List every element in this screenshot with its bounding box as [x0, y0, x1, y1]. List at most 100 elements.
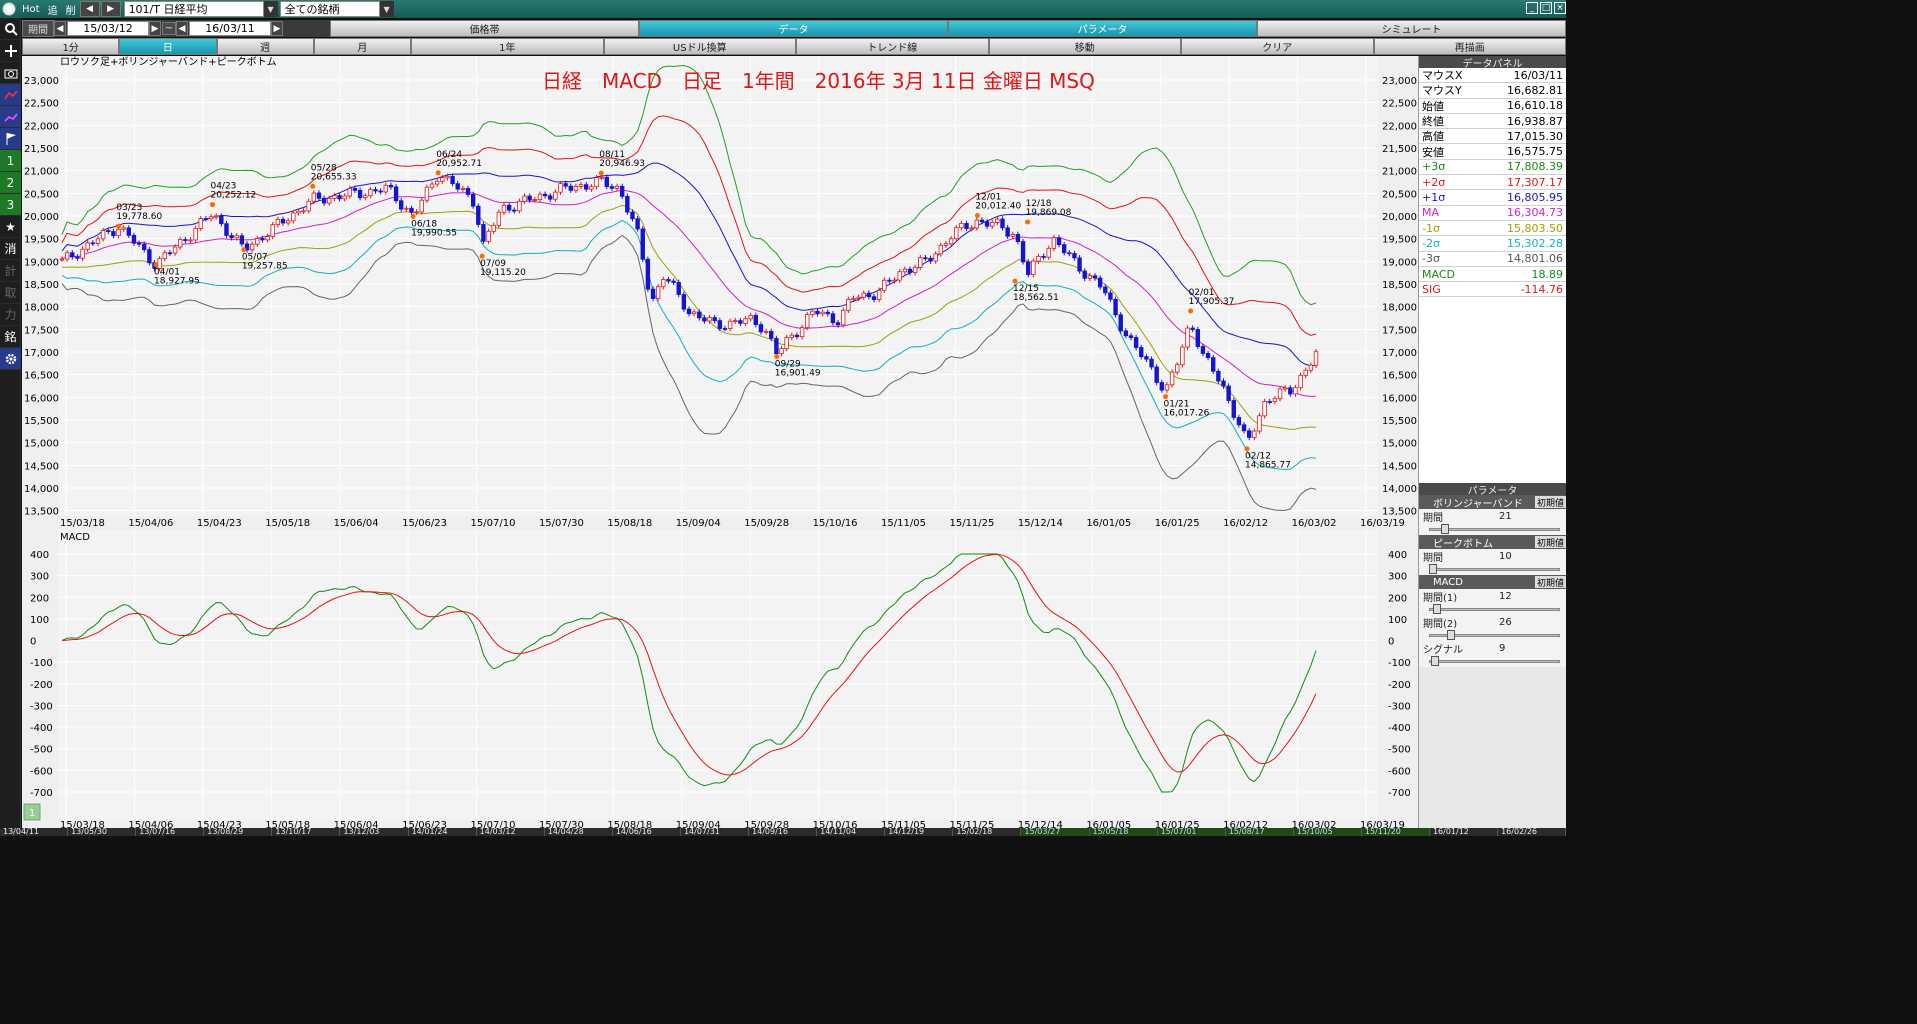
symbol-field[interactable]: 101/T 日経平均 [123, 1, 264, 17]
timeframe-1min[interactable]: 1分 [22, 38, 120, 55]
timeline-segment[interactable]: 14/01/24 [408, 828, 477, 836]
timeline-segment[interactable]: 13/10/17 [272, 828, 341, 836]
from-prev-button[interactable]: ◀ [54, 21, 66, 36]
timeline-scrollbar[interactable]: 13/04/11 13/05/30 13/07/16 13/08/29 13/10/17… [0, 828, 1567, 836]
timeline-segment[interactable]: 13/04/11 [0, 828, 69, 836]
timeframe-1year[interactable]: 1年 [411, 38, 604, 55]
timeline-segment[interactable]: 15/10/05 [1293, 828, 1362, 836]
param-value[interactable]: 21 [1499, 511, 1512, 522]
prev-symbol-button[interactable]: ◀ [79, 1, 100, 17]
timeline-segment[interactable]: 15/08/17 [1225, 828, 1294, 836]
timeline-segment[interactable]: 16/01/12 [1429, 828, 1499, 836]
slider-track[interactable] [1429, 568, 1560, 572]
next-symbol-button[interactable]: ▶ [100, 1, 121, 17]
timeline-segment[interactable]: 14/06/16 [612, 828, 681, 836]
slider-knob[interactable] [1441, 524, 1449, 535]
delete-button[interactable]: 削 [62, 2, 80, 17]
timeline-segment[interactable]: 14/11/04 [817, 828, 886, 836]
search-icon[interactable] [0, 18, 21, 40]
timeline-segment[interactable]: 13/07/16 [136, 828, 205, 836]
slider-knob[interactable] [1447, 630, 1455, 641]
param-slider[interactable] [1419, 655, 1566, 668]
add-button[interactable]: 追 [44, 2, 62, 17]
slider-track[interactable] [1429, 608, 1560, 612]
timeframe-day[interactable]: 日 [119, 38, 217, 55]
slider-knob[interactable] [1433, 604, 1441, 615]
maximize-button[interactable]: □ [1540, 2, 1552, 14]
timeline-segment[interactable]: 15/07/01 [1157, 828, 1226, 836]
param-slider[interactable] [1419, 629, 1566, 642]
tab-simulate[interactable]: シミュレート [1257, 20, 1566, 37]
tab-price-band[interactable]: 価格帯 [330, 20, 639, 37]
param-value[interactable]: 12 [1499, 591, 1512, 602]
reset-button[interactable]: 初期値 [1534, 576, 1566, 589]
param-value[interactable]: 10 [1499, 551, 1512, 562]
timeline-segment[interactable]: 14/07/31 [680, 828, 750, 836]
param-value[interactable]: 9 [1499, 643, 1505, 654]
to-next-button[interactable]: ▶ [271, 21, 283, 36]
camera-icon[interactable] [0, 62, 21, 84]
timeline-segment[interactable]: 15/02/18 [953, 828, 1022, 836]
candle-body [1277, 388, 1283, 400]
timeline-segment[interactable]: 13/12/03 [340, 828, 409, 836]
symbol-dropdown-icon[interactable]: ▼ [263, 1, 278, 17]
timeline-segment[interactable]: 13/05/30 [68, 828, 137, 836]
hot-button[interactable]: Hot [18, 4, 44, 15]
line-chart-icon[interactable] [0, 106, 21, 128]
star-icon[interactable]: ★ [0, 216, 21, 238]
slider-knob[interactable] [1429, 564, 1437, 575]
tab-parameter[interactable]: パラメータ [948, 20, 1257, 37]
to-date-field[interactable]: 16/03/11 [189, 21, 271, 36]
group-dropdown-icon[interactable]: ▼ [379, 1, 394, 17]
sidebar-item-2[interactable]: 2 [0, 172, 21, 194]
param-slider[interactable] [1419, 563, 1566, 576]
timeline-segment[interactable]: 15/11/20 [1361, 828, 1430, 836]
group-field[interactable]: 全ての銘柄 [279, 1, 380, 17]
timeline-segment[interactable]: 15/05/18 [1089, 828, 1158, 836]
sidebar-item-erase[interactable]: 消 [0, 238, 21, 260]
usd-convert-button[interactable]: USドル換算 [603, 38, 796, 55]
panel-row-value: 14,801.06 [1507, 252, 1563, 266]
candle-body [1036, 255, 1041, 262]
timeline-segment[interactable]: 16/02/26 [1498, 828, 1567, 836]
slider-knob[interactable] [1431, 656, 1439, 667]
timeline-segment[interactable]: 14/04/28 [544, 828, 613, 836]
sidebar-item-3[interactable]: 3 [0, 194, 21, 216]
close-button[interactable]: × [1554, 2, 1566, 14]
clear-button[interactable]: クリア [1181, 38, 1374, 55]
from-date-field[interactable]: 15/03/12 [67, 21, 149, 36]
param-value[interactable]: 26 [1499, 617, 1512, 628]
timeline-segment[interactable]: 14/12/19 [885, 828, 954, 836]
timeframe-month[interactable]: 月 [313, 38, 411, 55]
reset-button[interactable]: 初期値 [1534, 536, 1566, 549]
sidebar-item-symbol[interactable]: 銘 [0, 326, 21, 348]
timeline-segment[interactable]: 14/03/12 [476, 828, 545, 836]
chart-canvas[interactable]: 23,000 23,000 22,500 22,500 22,000 22,000 21,5… [22, 56, 1418, 831]
to-prev-button[interactable]: ◀ [176, 21, 188, 36]
tab-data[interactable]: データ [639, 20, 948, 37]
move-button[interactable]: 移動 [988, 38, 1181, 55]
gear-icon[interactable] [0, 348, 21, 370]
reset-button[interactable]: 初期値 [1534, 496, 1566, 509]
timeline-segment[interactable]: 13/08/29 [204, 828, 273, 836]
chart-area[interactable]: 23,000 23,000 22,500 22,500 22,000 22,000 21,5… [22, 56, 1418, 831]
timeline-segment[interactable]: 14/09/16 [749, 828, 818, 836]
peak-bottom-marker [479, 253, 485, 259]
minimize-button[interactable]: _ [1526, 2, 1538, 14]
flag-icon[interactable] [0, 128, 21, 150]
plus-icon[interactable] [0, 40, 21, 62]
timeframe-week[interactable]: 週 [216, 38, 314, 55]
timeline-segment[interactable]: 15/03/27 [1021, 828, 1090, 836]
param-slider[interactable] [1419, 603, 1566, 616]
trendline-button[interactable]: トレンド線 [796, 38, 989, 55]
sidebar-item-power[interactable]: 力 [0, 304, 21, 326]
param-slider[interactable] [1419, 523, 1566, 536]
sidebar-item-calc[interactable]: 計 [0, 260, 21, 282]
x-tick-label: 15/06/23 [402, 820, 447, 828]
from-next-button[interactable]: ▶ [149, 21, 161, 36]
sidebar-item-1[interactable]: 1 [0, 150, 21, 172]
slider-track[interactable] [1429, 660, 1560, 664]
sidebar-item-take[interactable]: 取 [0, 282, 21, 304]
redraw-button[interactable]: 再描画 [1373, 38, 1566, 55]
chart-icon[interactable] [0, 84, 21, 106]
